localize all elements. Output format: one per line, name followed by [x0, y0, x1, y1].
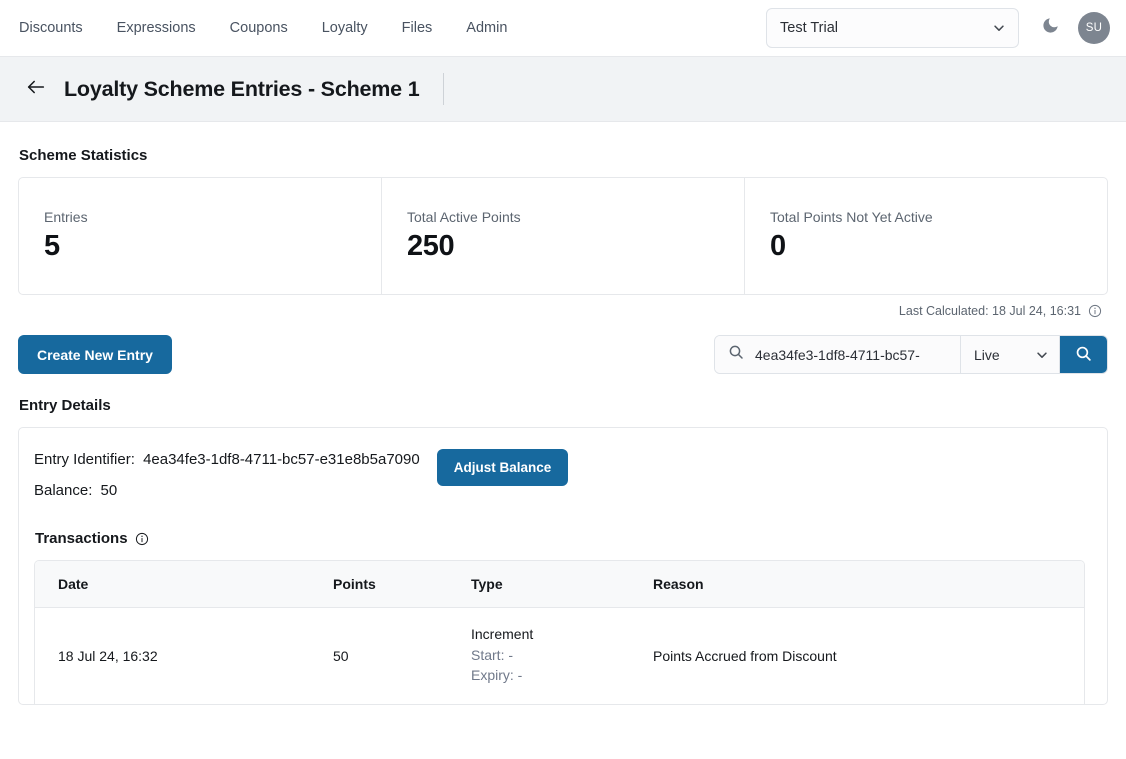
search-group: Live	[714, 335, 1108, 374]
stat-total-points-not-yet-active: Total Points Not Yet Active 0	[745, 178, 1107, 294]
page-title: Loyalty Scheme Entries - Scheme 1	[64, 77, 419, 102]
stat-total-active-points-label: Total Active Points	[407, 209, 744, 225]
search-icon	[728, 344, 744, 365]
actions-row: Create New Entry Live	[18, 335, 1108, 374]
moon-icon	[1041, 16, 1060, 40]
stat-total-points-not-yet-active-label: Total Points Not Yet Active	[770, 209, 1107, 225]
entry-balance-label: Balance:	[34, 482, 92, 499]
search-submit-button[interactable]	[1060, 336, 1107, 373]
arrow-left-icon	[25, 76, 47, 103]
transactions-table-wrap: Date Points Type Reason 18 Jul 24, 16:32…	[34, 560, 1085, 704]
last-calculated: Last Calculated: 18 Jul 24, 16:31	[18, 304, 1108, 318]
search-icon	[1075, 345, 1092, 365]
nav-link-discounts[interactable]: Discounts	[19, 14, 104, 42]
stat-entries-value: 5	[44, 230, 381, 263]
entry-balance-row: Balance: 50	[34, 482, 420, 499]
search-field[interactable]	[715, 336, 961, 373]
transactions-table-head: Date Points Type Reason	[35, 561, 1084, 608]
chevron-down-icon	[1035, 348, 1049, 362]
entry-summary: Entry Identifier: 4ea34fe3-1df8-4711-bc5…	[34, 447, 1085, 513]
page-content: Scheme Statistics Entries 5 Total Active…	[0, 147, 1126, 705]
table-row[interactable]: 18 Jul 24, 16:32 50 Increment Start: - E…	[35, 608, 1084, 704]
entry-details-card: Entry Identifier: 4ea34fe3-1df8-4711-bc5…	[18, 427, 1108, 705]
search-status-value: Live	[974, 347, 1035, 363]
transactions-table-body: 18 Jul 24, 16:32 50 Increment Start: - E…	[35, 608, 1084, 704]
column-header-type: Type	[471, 561, 653, 608]
avatar[interactable]: SU	[1078, 12, 1110, 44]
column-header-reason: Reason	[653, 561, 1084, 608]
cell-type: Increment Start: - Expiry: -	[471, 608, 653, 704]
stat-total-active-points-value: 250	[407, 230, 744, 263]
transactions-table: Date Points Type Reason 18 Jul 24, 16:32…	[35, 561, 1084, 704]
nav-link-coupons[interactable]: Coupons	[230, 14, 309, 42]
tenant-select[interactable]: Test Trial	[766, 8, 1019, 48]
column-header-points: Points	[333, 561, 471, 608]
cell-date: 18 Jul 24, 16:32	[35, 608, 333, 704]
stat-entries-label: Entries	[44, 209, 381, 225]
title-divider	[443, 73, 444, 105]
back-button[interactable]	[21, 74, 51, 104]
scheme-statistics-card: Entries 5 Total Active Points 250 Total …	[18, 177, 1108, 295]
nav-link-loyalty[interactable]: Loyalty	[322, 14, 389, 42]
entry-identifier-label: Entry Identifier:	[34, 451, 135, 468]
search-input[interactable]	[753, 346, 950, 364]
scheme-statistics-title: Scheme Statistics	[19, 147, 1108, 164]
transactions-title: Transactions	[35, 530, 128, 547]
stat-entries: Entries 5	[19, 178, 382, 294]
stat-total-points-not-yet-active-value: 0	[770, 230, 1107, 263]
cell-type-start: Start: -	[471, 645, 653, 665]
tenant-select-value: Test Trial	[780, 20, 992, 36]
search-status-select[interactable]: Live	[961, 336, 1060, 373]
entry-meta: Entry Identifier: 4ea34fe3-1df8-4711-bc5…	[34, 447, 420, 513]
chevron-down-icon	[992, 21, 1006, 35]
nav-links: Discounts Expressions Coupons Loyalty Fi…	[18, 14, 541, 42]
cell-points: 50	[333, 608, 471, 704]
last-calculated-text: Last Calculated: 18 Jul 24, 16:31	[899, 304, 1081, 318]
adjust-balance-button[interactable]: Adjust Balance	[437, 449, 569, 486]
nav-link-admin[interactable]: Admin	[466, 14, 528, 42]
theme-toggle-button[interactable]	[1033, 11, 1067, 45]
stat-total-active-points: Total Active Points 250	[382, 178, 745, 294]
page-header: Loyalty Scheme Entries - Scheme 1	[0, 57, 1126, 122]
nav-link-expressions[interactable]: Expressions	[117, 14, 217, 42]
cell-type-expiry: Expiry: -	[471, 665, 653, 685]
avatar-initials: SU	[1086, 22, 1103, 34]
entry-identifier-row: Entry Identifier: 4ea34fe3-1df8-4711-bc5…	[34, 451, 420, 468]
top-navigation-bar: Discounts Expressions Coupons Loyalty Fi…	[0, 0, 1126, 57]
nav-link-files[interactable]: Files	[402, 14, 454, 42]
create-new-entry-button[interactable]: Create New Entry	[18, 335, 172, 374]
transactions-heading: Transactions	[35, 530, 1085, 547]
entry-identifier-value: 4ea34fe3-1df8-4711-bc57-e31e8b5a7090	[143, 451, 420, 468]
column-header-date: Date	[35, 561, 333, 608]
entry-details-title: Entry Details	[19, 397, 1108, 414]
info-circle-icon[interactable]	[135, 532, 149, 546]
entry-balance-value: 50	[101, 482, 118, 499]
info-circle-icon[interactable]	[1088, 304, 1102, 318]
cell-reason: Points Accrued from Discount	[653, 608, 1084, 704]
cell-type-main: Increment	[471, 626, 653, 642]
table-header-row: Date Points Type Reason	[35, 561, 1084, 608]
